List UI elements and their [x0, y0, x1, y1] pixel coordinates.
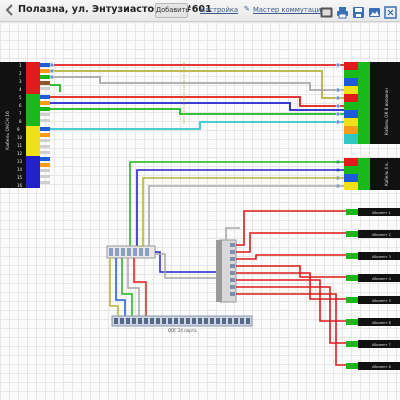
- drop-boxes: Абонент 1 Абонент 2 Абонент 3 Абонент 4 …: [346, 208, 400, 370]
- number-badge-icon[interactable]: [320, 4, 333, 18]
- drop-box[interactable]: Абонент 6: [346, 318, 400, 326]
- add-button[interactable]: Добавить: [155, 3, 189, 18]
- svg-text:Абонент 2: Абонент 2: [372, 233, 391, 237]
- top-connections: [50, 62, 344, 130]
- drop-box[interactable]: Абонент 2: [346, 230, 400, 238]
- wizard-link-label: Мастер коммутации: [253, 6, 326, 14]
- drop-box[interactable]: Абонент 3: [346, 252, 400, 260]
- drop-connections: [225, 210, 346, 366]
- left-cable-box[interactable]: Кабель ОКСН 16 1234 5678 9101112 1314151…: [0, 62, 50, 188]
- svg-text:Абонент 6: Абонент 6: [372, 321, 391, 325]
- fullscreen-icon[interactable]: [384, 4, 397, 19]
- back-arrow-icon[interactable]: [3, 3, 17, 17]
- settings-link[interactable]: Настройка: [200, 6, 238, 14]
- svg-text:11: 11: [17, 143, 23, 148]
- right-cable-box-2[interactable]: Кабель 4 в.: [344, 158, 400, 190]
- image-icon[interactable]: [368, 4, 381, 17]
- drop-box[interactable]: Абонент 4: [346, 274, 400, 282]
- svg-text:15: 15: [17, 175, 23, 180]
- left-box-label: Кабель ОКСН 16: [5, 111, 11, 150]
- svg-text:Абонент 1: Абонент 1: [372, 211, 391, 215]
- svg-text:13: 13: [17, 159, 23, 164]
- svg-text:Кабель 4 в.: Кабель 4 в.: [384, 162, 389, 186]
- svg-text:Абонент 8: Абонент 8: [372, 365, 391, 369]
- svg-text:Абонент 3: Абонент 3: [372, 255, 391, 259]
- odf-block[interactable]: ODF 24 порта: [111, 315, 253, 333]
- splitter-block[interactable]: [106, 245, 156, 259]
- drop-box[interactable]: Абонент 1: [346, 208, 400, 216]
- middle-connections: [129, 161, 344, 248]
- splitter-down-lines: [109, 251, 220, 316]
- drop-box[interactable]: Абонент 8: [346, 362, 400, 370]
- wand-icon: ✎: [244, 5, 250, 13]
- svg-text:14: 14: [17, 167, 23, 172]
- drop-box[interactable]: Абонент 5: [346, 296, 400, 304]
- wizard-link[interactable]: Мастер коммутации: [253, 6, 326, 14]
- svg-text:Абонент 5: Абонент 5: [372, 299, 391, 303]
- svg-text:12: 12: [17, 151, 23, 156]
- svg-text:Абонент 4: Абонент 4: [372, 277, 392, 281]
- vertical-splitter[interactable]: [216, 239, 237, 303]
- scheme-canvas[interactable]: Кабель ОКСН 16 1234 5678 9 10 11 12 13 14 15 1…: [0, 22, 400, 400]
- toolbar: Полазна, ул. Энтузиастов, 1а #601 Добави…: [0, 0, 400, 22]
- right-cable-box-1[interactable]: Кабель ОК 8 волокон: [344, 62, 400, 144]
- wiring-diagram: Кабель ОКСН 16 1234 5678 9101112 1314151…: [0, 62, 400, 370]
- svg-text:16: 16: [17, 183, 23, 188]
- odf-block-label: ODF 24 порта: [168, 328, 197, 333]
- svg-text:10: 10: [17, 135, 23, 140]
- print-icon[interactable]: [336, 4, 349, 19]
- svg-text:Абонент 7: Абонент 7: [372, 343, 391, 347]
- save-icon[interactable]: [352, 4, 365, 18]
- drop-box[interactable]: Абонент 7: [346, 340, 400, 348]
- svg-text:Кабель ОК 8 волокон: Кабель ОК 8 волокон: [384, 88, 389, 135]
